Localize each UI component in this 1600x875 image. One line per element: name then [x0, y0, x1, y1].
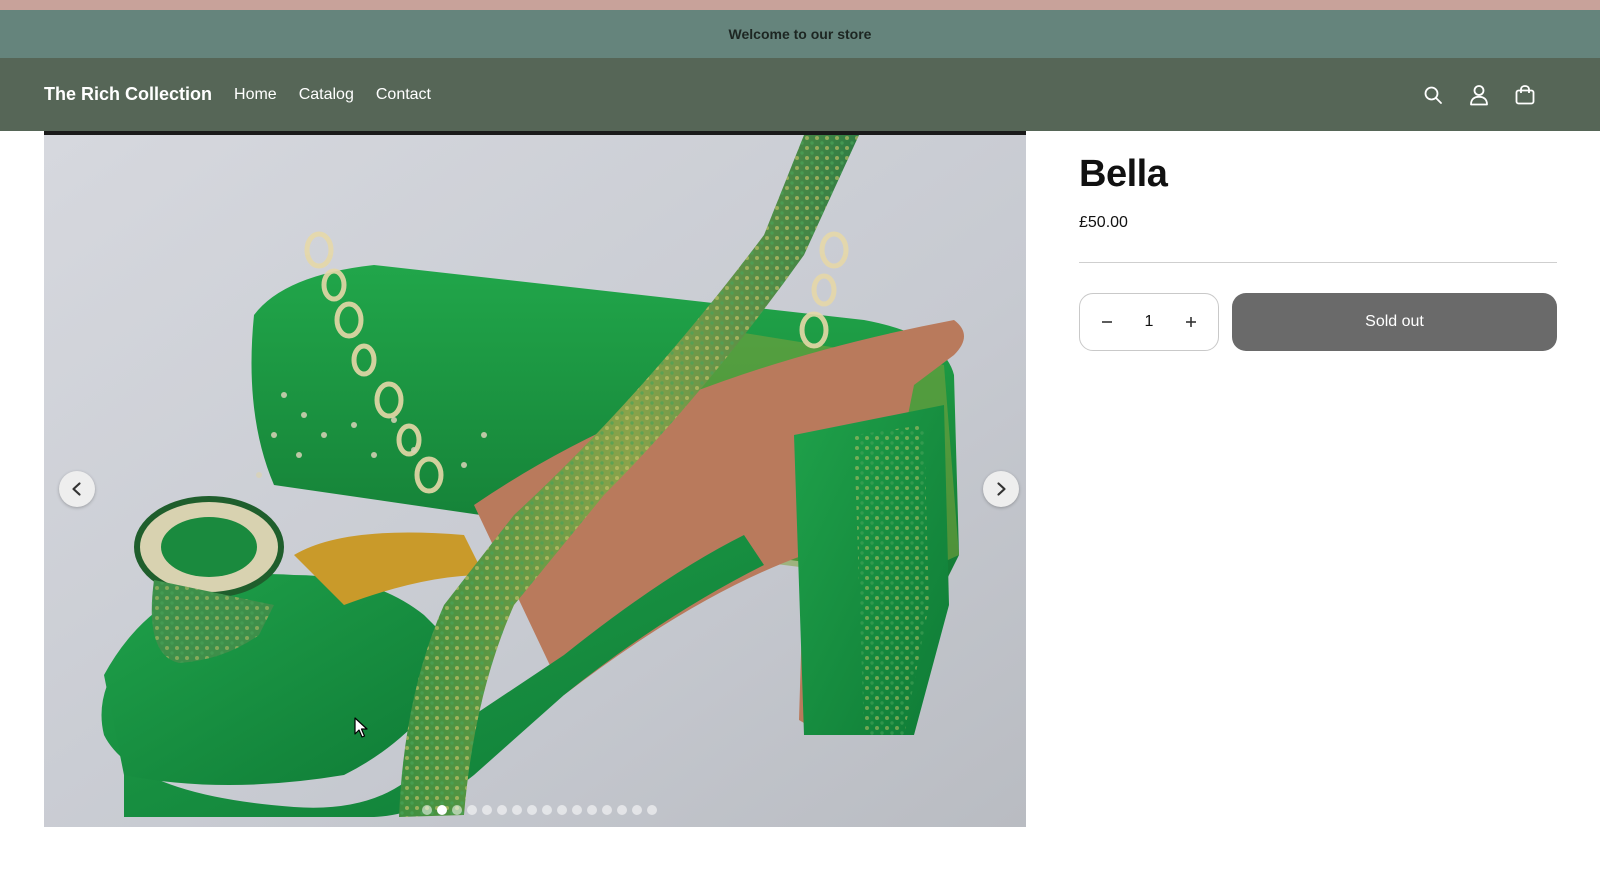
top-accent-strip	[0, 0, 1600, 10]
gallery-dot[interactable]	[602, 805, 612, 815]
nav-link-catalog[interactable]: Catalog	[299, 86, 354, 104]
quantity-increase-button[interactable]	[1178, 309, 1204, 335]
gallery-dot[interactable]	[467, 805, 477, 815]
gallery-dot[interactable]	[587, 805, 597, 815]
account-icon[interactable]	[1456, 72, 1502, 118]
sold-out-button[interactable]: Sold out	[1232, 293, 1557, 351]
chevron-left-icon	[72, 482, 81, 496]
gallery-dot[interactable]	[437, 805, 447, 815]
nav-link-home[interactable]: Home	[234, 86, 277, 104]
minus-icon	[1102, 321, 1112, 323]
gallery-dot[interactable]	[527, 805, 537, 815]
gallery-prev-button[interactable]	[59, 471, 95, 507]
search-icon[interactable]	[1410, 72, 1456, 118]
store-logo[interactable]: The Rich Collection	[44, 84, 212, 105]
gallery-dot[interactable]	[647, 805, 657, 815]
gallery-next-button[interactable]	[983, 471, 1019, 507]
site-header: The Rich Collection Home Catalog Contact	[0, 58, 1600, 131]
gallery-dot[interactable]	[512, 805, 522, 815]
gallery-dot[interactable]	[452, 805, 462, 815]
divider	[1079, 262, 1557, 263]
gallery-dot[interactable]	[557, 805, 567, 815]
product-info: Bella £50.00 Sold out	[1079, 131, 1557, 351]
gallery-dot[interactable]	[632, 805, 642, 815]
gallery-dot[interactable]	[422, 805, 432, 815]
product-title: Bella	[1079, 153, 1168, 195]
cart-icon[interactable]	[1502, 72, 1548, 118]
announcement-bar: Welcome to our store	[0, 10, 1600, 58]
quantity-input[interactable]	[1129, 313, 1169, 331]
announcement-text: Welcome to our store	[728, 26, 872, 42]
plus-icon	[1186, 317, 1196, 327]
gallery-dot[interactable]	[497, 805, 507, 815]
quantity-decrease-button[interactable]	[1094, 309, 1120, 335]
nav-link-contact[interactable]: Contact	[376, 86, 431, 104]
gallery-dots	[422, 805, 657, 815]
quantity-stepper	[1079, 293, 1219, 351]
gallery-dot[interactable]	[617, 805, 627, 815]
chevron-right-icon	[997, 482, 1006, 496]
header-icons	[1410, 58, 1548, 131]
product-price: £50.00	[1079, 214, 1128, 231]
gallery-dot[interactable]	[572, 805, 582, 815]
product-photo	[44, 135, 1026, 827]
gallery-dot[interactable]	[542, 805, 552, 815]
product-gallery	[44, 131, 1026, 827]
mouse-cursor-icon	[354, 717, 368, 744]
purchase-row: Sold out	[1079, 293, 1557, 351]
gallery-dot[interactable]	[482, 805, 492, 815]
